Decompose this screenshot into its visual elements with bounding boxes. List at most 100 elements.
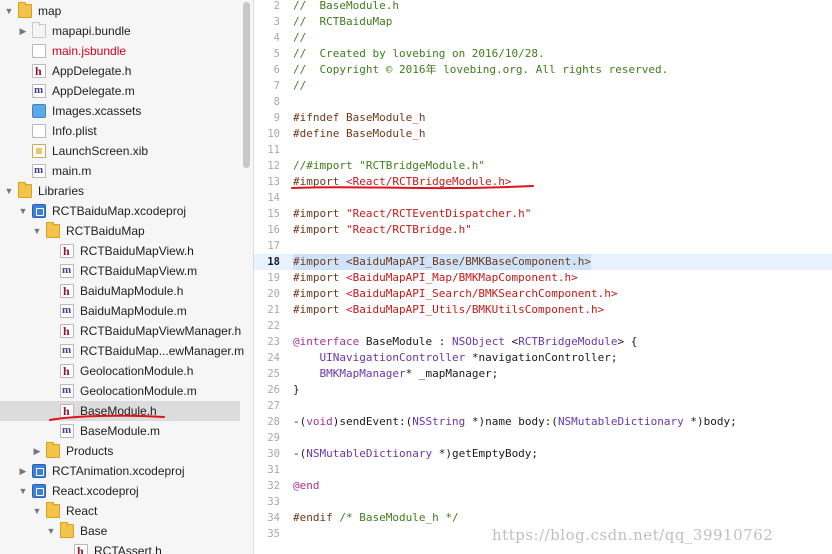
tree-item[interactable]: main.m [0, 161, 240, 181]
implementation-file-icon [60, 383, 74, 398]
tree-item[interactable]: ▼ Libraries [0, 181, 240, 201]
code-line[interactable]: 4 // [254, 30, 832, 46]
tree-item-label: GeolocationModule.h [80, 364, 194, 378]
code-line[interactable]: 12 //#import "RCTBridgeModule.h" [254, 158, 832, 174]
code-line[interactable]: 27 [254, 398, 832, 414]
line-number: 22 [267, 320, 280, 332]
disclosure-triangle-icon[interactable]: ▼ [32, 221, 42, 241]
tree-item[interactable]: BaiduMapModule.h [0, 281, 240, 301]
tree-item[interactable]: ▼ React.xcodeproj [0, 481, 240, 501]
code-line[interactable]: 8 [254, 94, 832, 110]
tree-item[interactable]: ▶ mapapi.bundle [0, 21, 240, 41]
tree-item[interactable]: RCTBaiduMapView.m [0, 261, 240, 281]
tree-item-label: React [66, 504, 98, 518]
code-line[interactable]: 21 #import <BaiduMapAPI_Utils/BMKUtilsCom… [254, 302, 832, 318]
code-line[interactable]: 31 [254, 462, 832, 478]
code-token: // [293, 79, 307, 92]
tree-item[interactable]: ▶ Products [0, 441, 240, 461]
tree-item[interactable]: main.jsbundle [0, 41, 240, 61]
folder-icon [46, 442, 60, 458]
code-text: //#import "RCTBridgeModule.h" [293, 158, 485, 174]
code-line[interactable]: 33 [254, 494, 832, 510]
code-token: // [293, 31, 307, 44]
code-line[interactable]: 32 @end [254, 478, 832, 494]
code-line[interactable]: 9 #ifndef BaseModule_h [254, 110, 832, 126]
tree-item[interactable]: RCTBaiduMapViewManager.h [0, 321, 241, 341]
code-line[interactable]: 2 // BaseModule.h [254, 0, 832, 14]
code-line[interactable]: 17 [254, 238, 832, 254]
code-line[interactable]: 14 [254, 190, 832, 206]
code-line[interactable]: 11 [254, 142, 832, 158]
disclosure-triangle-icon[interactable]: ▶ [18, 461, 28, 481]
code-line[interactable]: 25 BMKMapManager* _mapManager; [254, 366, 832, 382]
line-number: 29 [267, 432, 280, 444]
disclosure-triangle-icon[interactable]: ▼ [4, 1, 14, 21]
code-text: -(void)sendEvent:(NSString *)name body:(… [293, 414, 737, 430]
disclosure-triangle-icon[interactable]: ▼ [46, 521, 56, 541]
tree-item[interactable]: RCTAssert.h [0, 541, 240, 554]
tree-item[interactable]: Info.plist [0, 121, 240, 141]
implementation-file-icon [32, 163, 46, 178]
tree-item[interactable]: ▼ RCTBaiduMap [0, 221, 240, 241]
tree-item[interactable]: AppDelegate.m [0, 81, 240, 101]
code-line[interactable]: 19 #import <BaiduMapAPI_Map/BMKMapCompone… [254, 270, 832, 286]
code-text: #import <BaiduMapAPI_Base/BMKBaseCompone… [293, 254, 592, 270]
tree-item-label: map [38, 4, 62, 18]
code-line[interactable]: 18 #import <BaiduMapAPI_Base/BMKBaseCompo… [254, 254, 832, 270]
tree-item-label: RCTAssert.h [94, 544, 162, 554]
tree-item[interactable]: GeolocationModule.m [0, 381, 240, 401]
code-token: *)getEmptyBody; [432, 447, 539, 460]
code-line[interactable]: 10 #define BaseModule_h [254, 126, 832, 142]
code-line[interactable]: 5 // Created by lovebing on 2016/10/28. [254, 46, 832, 62]
code-line[interactable]: 26} [254, 382, 832, 398]
tree-item[interactable]: LaunchScreen.xib [0, 141, 240, 161]
code-token: < [504, 335, 519, 348]
disclosure-triangle-icon[interactable]: ▼ [32, 501, 42, 521]
tree-item[interactable]: RCTBaiduMap...ewManager.m [0, 341, 244, 361]
code-line[interactable]: 16 #import "React/RCTBridge.h" [254, 222, 832, 238]
code-line[interactable]: 15 #import "React/RCTEventDispatcher.h" [254, 206, 832, 222]
folder-icon [46, 502, 60, 518]
code-line[interactable]: 29 [254, 430, 832, 446]
code-line[interactable]: 34 #endif /* BaseModule_h */ [254, 510, 832, 526]
code-line[interactable]: 22 [254, 318, 832, 334]
source-editor[interactable]: 2 // BaseModule.h 3 // RCTBaiduMap 4 // 5 // Cr… [254, 0, 832, 554]
tree-item[interactable]: ▼ map [0, 1, 240, 21]
code-token: *navigationController; [465, 351, 618, 364]
tree-item[interactable]: ▶ RCTAnimation.xcodeproj [0, 461, 240, 481]
tree-item[interactable]: Images.xcassets [0, 101, 240, 121]
line-number: 8 [273, 96, 280, 108]
disclosure-triangle-icon[interactable]: ▼ [4, 181, 14, 201]
tree-item-label: Images.xcassets [52, 104, 142, 118]
tree-item[interactable]: BaiduMapModule.m [0, 301, 240, 321]
code-line[interactable]: 23 @interface BaseModule : NSObject <RCTB… [254, 334, 832, 350]
tree-item[interactable]: RCTBaiduMapView.h [0, 241, 240, 261]
tree-item[interactable]: GeolocationModule.h [0, 361, 240, 381]
code-line[interactable]: 30 -(NSMutableDictionary *)getEmptyBody; [254, 446, 832, 462]
tree-item[interactable]: AppDelegate.h [0, 61, 240, 81]
tree-item-label: React.xcodeproj [52, 484, 139, 498]
tree-item[interactable]: ▼ RCTBaiduMap.xcodeproj [0, 201, 240, 221]
tree-item[interactable]: BaseModule.m [0, 421, 240, 441]
code-line[interactable]: 3 // RCTBaiduMap [254, 14, 832, 30]
tree-item-label: RCTBaiduMap.xcodeproj [52, 204, 187, 218]
disclosure-triangle-icon[interactable]: ▶ [18, 21, 28, 41]
code-line[interactable]: 28 -(void)sendEvent:(NSString *)name body… [254, 414, 832, 430]
code-line[interactable]: 20 #import <BaiduMapAPI_Search/BMKSearchC… [254, 286, 832, 302]
code-token: NSObject [451, 335, 505, 348]
disclosure-triangle-icon[interactable]: ▼ [18, 201, 28, 221]
code-token: } [293, 383, 300, 396]
code-token: "React/RCTBridge.h" [345, 223, 472, 236]
folder-icon [18, 2, 32, 18]
code-line[interactable]: 24 UINavigationController *navigationCon… [254, 350, 832, 366]
code-text: -(NSMutableDictionary *)getEmptyBody; [293, 446, 538, 462]
code-token: -( [293, 415, 307, 428]
disclosure-triangle-icon[interactable]: ▶ [32, 441, 42, 461]
code-line[interactable]: 6 // Copyright © 2016年 lovebing.org. All … [254, 62, 832, 78]
disclosure-triangle-icon[interactable]: ▼ [18, 481, 28, 501]
code-line[interactable]: 7 // [254, 78, 832, 94]
navigator-scrollbar[interactable] [243, 2, 250, 168]
document-icon [32, 44, 46, 58]
tree-item[interactable]: ▼ Base [0, 521, 240, 541]
tree-item[interactable]: ▼ React [0, 501, 240, 521]
